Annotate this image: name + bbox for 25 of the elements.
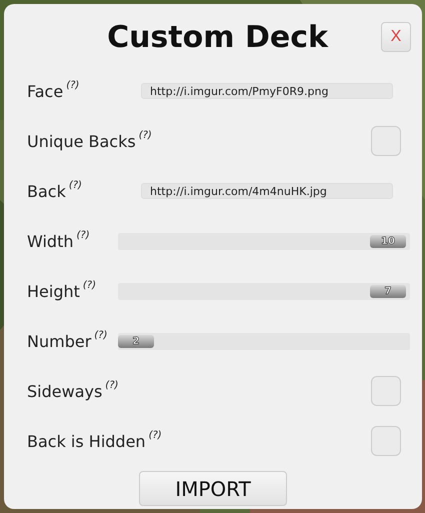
- help-link[interactable]: (?): [138, 130, 152, 140]
- import-button[interactable]: IMPORT: [139, 471, 287, 506]
- help-link[interactable]: (?): [148, 430, 162, 440]
- field-label: Back: [27, 182, 66, 200]
- help-link[interactable]: (?): [76, 230, 90, 240]
- url-field[interactable]: http://i.imgur.com/4m4nuHK.jpg: [141, 183, 393, 199]
- field-label: Unique Backs: [27, 132, 136, 150]
- help-link[interactable]: (?): [105, 380, 118, 390]
- field-label: Back is Hidden: [27, 432, 146, 450]
- slider-thumb[interactable]: 7: [370, 284, 406, 298]
- close-button[interactable]: X: [381, 22, 411, 52]
- help-link[interactable]: (?): [66, 80, 80, 90]
- help-link[interactable]: (?): [68, 180, 82, 190]
- field-label: Face: [27, 82, 64, 100]
- checkbox[interactable]: [371, 126, 401, 156]
- help-link[interactable]: (?): [82, 280, 96, 290]
- dialog-title: Custom Deck: [107, 18, 330, 54]
- help-link[interactable]: (?): [94, 330, 108, 340]
- field-label: Number: [27, 332, 92, 350]
- field-label: Sideways: [27, 382, 102, 400]
- field-label: Width: [27, 232, 74, 250]
- url-field[interactable]: http://i.imgur.com/PmyF0R9.png: [141, 83, 393, 99]
- checkbox[interactable]: [371, 426, 401, 456]
- field-label: Height: [27, 282, 80, 300]
- checkbox[interactable]: [371, 376, 401, 406]
